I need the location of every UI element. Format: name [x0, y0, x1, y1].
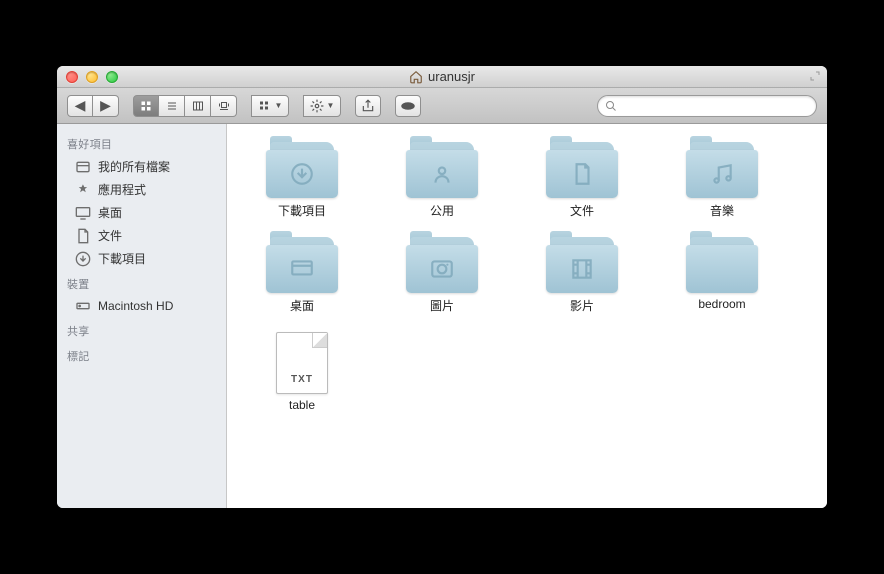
item-label: 圖片 — [430, 297, 454, 314]
folder-icon — [266, 237, 338, 293]
folder-item[interactable]: 音樂 — [657, 142, 787, 219]
sidebar-item-downloads[interactable]: 下載項目 — [57, 247, 226, 270]
sidebar-item-documents[interactable]: 文件 — [57, 224, 226, 247]
toolbar: ◀ ▶ ▼ ▼ — [57, 88, 827, 124]
tags-button[interactable] — [395, 95, 421, 117]
minimize-button[interactable] — [86, 71, 98, 83]
all-files-icon — [75, 159, 91, 175]
action-button-group: ▼ — [303, 95, 341, 117]
chevron-right-icon: ▶ — [100, 97, 111, 114]
window-title: uranusjr — [409, 69, 475, 84]
sidebar-section-shared: 共享 — [57, 317, 226, 342]
list-view-button[interactable] — [159, 95, 185, 117]
sidebar-item-label: 下載項目 — [98, 250, 146, 267]
folder-item[interactable]: bedroom — [657, 237, 787, 314]
coverflow-icon — [217, 100, 231, 112]
coverflow-view-button[interactable] — [211, 95, 237, 117]
item-label: 桌面 — [290, 297, 314, 314]
zoom-button[interactable] — [106, 71, 118, 83]
file-extension: TXT — [291, 374, 313, 385]
finder-window: uranusjr ◀ ▶ ▼ — [57, 66, 827, 508]
arrange-button-group: ▼ — [251, 95, 289, 117]
folder-icon — [686, 237, 758, 293]
view-mode-buttons — [133, 95, 237, 117]
item-label: table — [289, 398, 315, 412]
chevron-down-icon: ▼ — [327, 101, 335, 110]
gear-icon — [310, 99, 324, 113]
window-body: 喜好項目 我的所有檔案 應用程式 桌面 文件 下載項目 裝置 — [57, 124, 827, 508]
folder-icon — [406, 142, 478, 198]
sidebar-section-favorites: 喜好項目 — [57, 130, 226, 155]
documents-icon — [75, 228, 91, 244]
sidebar-item-label: Macintosh HD — [98, 299, 173, 313]
folder-item[interactable]: 下載項目 — [237, 142, 367, 219]
item-label: 影片 — [570, 297, 594, 314]
sidebar-item-label: 我的所有檔案 — [98, 158, 170, 175]
file-item[interactable]: TXT table — [237, 332, 367, 412]
sidebar-section-tags: 標記 — [57, 342, 226, 367]
columns-icon — [192, 100, 204, 112]
close-button[interactable] — [66, 71, 78, 83]
folder-icon — [546, 142, 618, 198]
item-label: 音樂 — [710, 202, 734, 219]
share-button[interactable] — [355, 95, 381, 117]
chevron-down-icon: ▼ — [275, 101, 283, 110]
sidebar-section-devices: 裝置 — [57, 270, 226, 295]
icon-grid: 下載項目 公用 文件 音樂桌面 圖片 影片 bedroom TXT table — [237, 142, 817, 412]
folder-item[interactable]: 圖片 — [377, 237, 507, 314]
sidebar-item-all-files[interactable]: 我的所有檔案 — [57, 155, 226, 178]
folder-item[interactable]: 文件 — [517, 142, 647, 219]
sidebar-item-label: 桌面 — [98, 204, 122, 221]
content-area[interactable]: 下載項目 公用 文件 音樂桌面 圖片 影片 bedroom TXT table — [227, 124, 827, 508]
desktop-icon — [75, 205, 91, 221]
search-input[interactable] — [597, 95, 817, 117]
arrange-button[interactable]: ▼ — [251, 95, 289, 117]
forward-button[interactable]: ▶ — [93, 95, 119, 117]
folder-icon — [546, 237, 618, 293]
window-title-text: uranusjr — [428, 69, 475, 84]
share-icon — [361, 99, 375, 113]
sidebar-item-applications[interactable]: 應用程式 — [57, 178, 226, 201]
back-button[interactable]: ◀ — [67, 95, 93, 117]
sidebar-item-desktop[interactable]: 桌面 — [57, 201, 226, 224]
grid-icon — [140, 100, 152, 112]
chevron-left-icon: ◀ — [75, 97, 86, 114]
folder-item[interactable]: 影片 — [517, 237, 647, 314]
sidebar-item-label: 應用程式 — [98, 181, 146, 198]
hdd-icon — [75, 298, 91, 314]
sidebar-item-macintosh-hd[interactable]: Macintosh HD — [57, 295, 226, 317]
file-icon: TXT — [276, 332, 328, 394]
applications-icon — [75, 182, 91, 198]
sidebar-item-label: 文件 — [98, 227, 122, 244]
traffic-lights — [57, 71, 118, 83]
folder-item[interactable]: 公用 — [377, 142, 507, 219]
item-label: 公用 — [430, 202, 454, 219]
sidebar: 喜好項目 我的所有檔案 應用程式 桌面 文件 下載項目 裝置 — [57, 124, 227, 508]
downloads-icon — [75, 251, 91, 267]
list-icon — [166, 100, 178, 112]
item-label: 文件 — [570, 202, 594, 219]
item-label: 下載項目 — [278, 202, 326, 219]
arrange-icon — [258, 100, 272, 112]
folder-item[interactable]: 桌面 — [237, 237, 367, 314]
home-icon — [409, 70, 423, 84]
nav-buttons: ◀ ▶ — [67, 95, 119, 117]
folder-icon — [406, 237, 478, 293]
search-field[interactable] — [597, 95, 817, 117]
item-label: bedroom — [698, 297, 745, 311]
fullscreen-icon[interactable] — [809, 70, 821, 85]
folder-icon — [686, 142, 758, 198]
folder-icon — [266, 142, 338, 198]
icon-view-button[interactable] — [133, 95, 159, 117]
action-button[interactable]: ▼ — [303, 95, 341, 117]
column-view-button[interactable] — [185, 95, 211, 117]
tag-icon — [399, 100, 417, 112]
search-icon — [605, 100, 617, 112]
titlebar: uranusjr — [57, 66, 827, 88]
